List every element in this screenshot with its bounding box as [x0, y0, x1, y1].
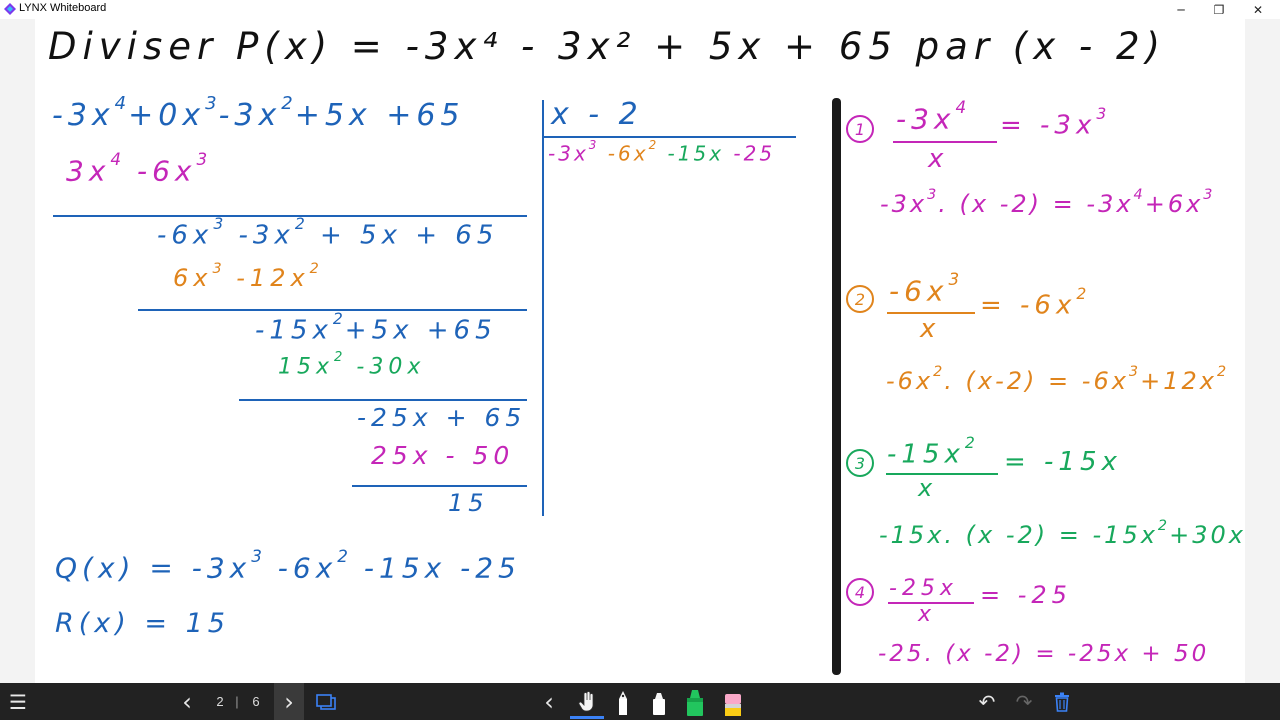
trash-icon	[1055, 692, 1069, 712]
hand-icon	[578, 690, 594, 711]
maximize-icon: ❐	[1213, 2, 1225, 17]
eraser-icon	[725, 693, 741, 716]
active-tool-indicator	[570, 716, 604, 719]
step-3-fraction-bar	[886, 473, 998, 475]
step-2-multiplication: -6x2. (x-2) = -6x3+12x2	[886, 363, 1229, 395]
step-2-numerator: -6x3	[889, 268, 962, 308]
step-3-number: 3	[846, 449, 874, 477]
step-1-result: = -3x3	[1000, 105, 1109, 141]
step-3-denominator: x	[918, 474, 938, 502]
marker-tool-button[interactable]	[644, 683, 674, 720]
step-2-number: 2	[846, 285, 874, 313]
undo-icon: ↶	[978, 689, 996, 714]
remainder-line-3: -15x2+5x +65	[255, 310, 497, 346]
close-icon: ✕	[1252, 2, 1264, 17]
remainder-result: R(x) = 15	[55, 608, 230, 639]
division-rule-3	[239, 399, 527, 401]
step-4-result: = -25	[980, 581, 1072, 609]
minimize-icon: ─	[1177, 2, 1185, 17]
step-4-numerator: -25x	[889, 576, 958, 601]
undo-button[interactable]: ↶	[972, 683, 1002, 720]
total-pages: 6	[252, 694, 260, 709]
window-title: LYNX Whiteboard	[19, 2, 107, 14]
subtract-line-1: 3x4 -6x3	[66, 148, 210, 188]
chevron-left-icon: ‹	[544, 687, 554, 716]
maximize-button[interactable]: ❐	[1200, 0, 1238, 19]
divisor-rule	[543, 136, 796, 138]
step-3-numerator: -15x2	[887, 434, 977, 470]
subtract-line-2: 6x3 -12x2	[173, 260, 321, 292]
title-bar: LYNX Whiteboard ─ ❐ ✕	[0, 0, 1280, 19]
step-1-number: 1	[846, 115, 874, 143]
quotient-line: -3x3 -6x2 -15x -25	[548, 138, 776, 166]
collapse-tools-button[interactable]: ‹	[536, 683, 562, 720]
step-1-numerator: -3x4	[896, 96, 969, 136]
highlighter-icon	[687, 689, 703, 716]
vertical-separator	[832, 98, 841, 675]
hand-tool-button[interactable]	[572, 683, 602, 720]
pen-icon	[619, 690, 627, 715]
step-1-multiplication: -3x3. (x -2) = -3x4+6x3	[880, 186, 1215, 218]
minimize-button[interactable]: ─	[1162, 0, 1200, 19]
chevron-left-icon: ‹	[182, 687, 192, 716]
chevron-right-icon: ›	[284, 687, 294, 716]
subtract-line-4: 25x - 50	[371, 441, 515, 470]
remainder-line-4: -25x + 65	[357, 403, 527, 432]
step-4-denominator: x	[918, 602, 937, 627]
marker-icon	[653, 692, 665, 715]
page-overview-button[interactable]	[313, 683, 339, 720]
dividend-line: -3x4+0x3-3x2+5x +65	[52, 92, 465, 133]
step-1-denominator: x	[928, 144, 949, 174]
redo-icon: ↷	[1015, 689, 1033, 714]
step-2-result: = -6x2	[980, 285, 1089, 321]
quotient-result: Q(x) = -3x3 -6x2 -15x -25	[55, 545, 521, 585]
division-rule-4	[352, 485, 527, 487]
step-3-result: = -15x	[1004, 447, 1122, 477]
eraser-tool-button[interactable]	[718, 683, 748, 720]
subtract-line-3: 15x2 -30x	[278, 350, 426, 380]
division-rule-1	[53, 215, 527, 217]
lynx-app-icon	[4, 3, 16, 15]
step-4-number: 4	[846, 578, 874, 606]
previous-page-button[interactable]: ‹	[172, 683, 202, 720]
step-1-fraction-bar	[893, 141, 997, 143]
divisor: x - 2	[551, 97, 643, 132]
remainder-line-2: -6x3 -3x2 + 5x + 65	[157, 215, 499, 251]
close-button[interactable]: ✕	[1239, 0, 1277, 19]
menu-button[interactable]: ☰	[0, 683, 36, 720]
page-separator: |	[235, 694, 239, 709]
delete-page-button[interactable]	[1048, 683, 1076, 720]
next-page-button[interactable]: ›	[274, 683, 304, 720]
redo-button[interactable]: ↷	[1009, 683, 1039, 720]
pages-icon	[316, 693, 336, 710]
page-heading: Diviser P(x) = -3x⁴ - 3x² + 5x + 65 par …	[48, 25, 1166, 68]
highlighter-tool-button[interactable]	[680, 683, 710, 720]
menu-icon: ☰	[9, 689, 27, 714]
step-4-multiplication: -25. (x -2) = -25x + 50	[878, 641, 1210, 667]
division-vertical-bar	[542, 100, 544, 516]
final-remainder: 15	[448, 489, 489, 517]
current-page-number[interactable]: 2	[208, 683, 232, 720]
step-2-denominator: x	[920, 314, 941, 344]
pen-tool-button[interactable]	[608, 683, 638, 720]
step-3-multiplication: -15x. (x -2) = -15x2+30x	[879, 517, 1246, 549]
